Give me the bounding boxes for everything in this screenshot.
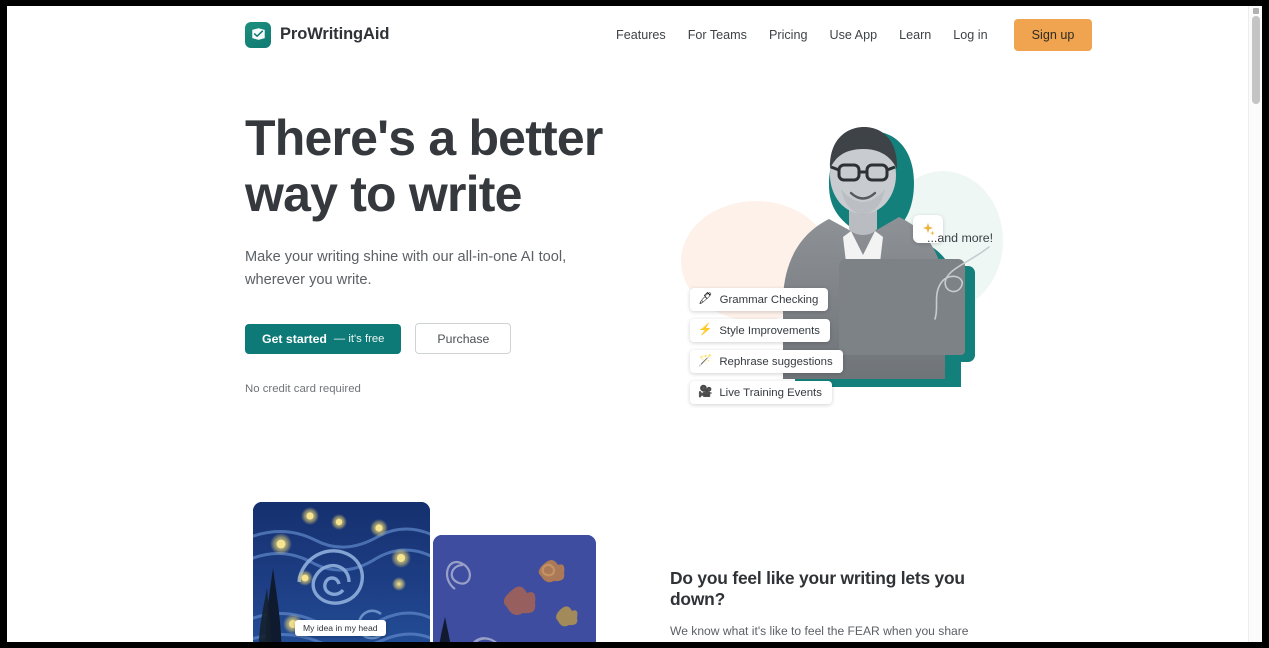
feature-chip-grammar-checking: 🖋 Grammar Checking: [690, 288, 829, 311]
section2-body: We know what it's like to feel the FEAR …: [670, 624, 969, 638]
and-more-label: ...and more!: [927, 231, 994, 245]
feature-chip-list: 🖋 Grammar Checking ⚡ Style Improvements …: [690, 288, 843, 404]
browser-viewport: ProWritingAid Features For Teams Pricing…: [7, 6, 1262, 642]
section2-title: Do you feel like your writing lets you d…: [670, 568, 965, 609]
simplified-blue-card: [433, 535, 596, 642]
my-idea-caption: My idea in my head: [295, 620, 386, 636]
sign-up-button[interactable]: Sign up: [1013, 18, 1093, 51]
hero-title: There's a better way to write: [245, 110, 603, 222]
no-credit-card-note: No credit card required: [245, 383, 361, 395]
main-nav: Features For Teams Pricing Use App Learn…: [605, 18, 1093, 51]
nav-item-use-app[interactable]: Use App: [818, 22, 888, 48]
feature-chip-live-training-events: 🎥 Live Training Events: [690, 381, 832, 404]
hero-actions: Get started — it's free Purchase: [245, 323, 645, 354]
hero-section: There's a better way to write Make your …: [7, 63, 1248, 463]
feature-chip-label: Rephrase suggestions: [719, 355, 833, 368]
and-more-squiggle-icon: [934, 246, 990, 320]
site-header: ProWritingAid Features For Teams Pricing…: [7, 6, 1248, 63]
vertical-scrollbar[interactable]: [1248, 6, 1262, 642]
hero-subtitle: Make your writing shine with our all-in-…: [245, 249, 567, 288]
feature-chip-style-improvements: ⚡ Style Improvements: [690, 319, 830, 342]
writing-lets-you-down-section: My idea in my head Do you feel like your…: [7, 446, 1248, 642]
section2-copy: Do you feel like your writing lets you d…: [670, 568, 1020, 642]
purchase-button[interactable]: Purchase: [415, 323, 512, 354]
video-camera-icon: 🎥: [698, 385, 713, 398]
book-check-logo-icon: [245, 21, 271, 48]
artwork-comparison: My idea in my head: [253, 502, 598, 642]
feature-chip-label: Grammar Checking: [719, 293, 819, 306]
page-content: ProWritingAid Features For Teams Pricing…: [7, 6, 1248, 642]
brand-logo-link[interactable]: ProWritingAid: [245, 21, 390, 48]
pen-icon: 🖋: [698, 292, 713, 305]
nav-item-pricing[interactable]: Pricing: [758, 22, 819, 48]
lightning-bolt-icon: ⚡: [698, 323, 713, 336]
hero-illustration: ...and more! 🖋 Grammar Checking ⚡ Style …: [673, 111, 1013, 404]
feature-chip-label: Live Training Events: [719, 386, 822, 399]
brand-name: ProWritingAid: [280, 25, 390, 43]
magic-wand-icon: 🪄: [698, 354, 713, 367]
nav-item-for-teams[interactable]: For Teams: [677, 22, 758, 48]
get-started-button[interactable]: Get started — it's free: [245, 323, 402, 354]
child-drawing-version: [433, 535, 596, 642]
scrollbar-up-arrow[interactable]: [1253, 8, 1259, 14]
hero-copy: There's a better way to write Make your …: [245, 110, 645, 395]
feature-chip-label: Style Improvements: [719, 324, 820, 337]
get-started-note: — it's free: [333, 332, 385, 345]
feature-chip-rephrase-suggestions: 🪄 Rephrase suggestions: [690, 350, 843, 373]
nav-item-log-in[interactable]: Log in: [942, 22, 998, 48]
browser-frame: ProWritingAid Features For Teams Pricing…: [0, 0, 1269, 648]
nav-item-learn[interactable]: Learn: [888, 22, 942, 48]
get-started-label: Get started: [262, 331, 327, 346]
scrollbar-thumb[interactable]: [1252, 16, 1260, 104]
nav-item-features[interactable]: Features: [605, 22, 677, 48]
